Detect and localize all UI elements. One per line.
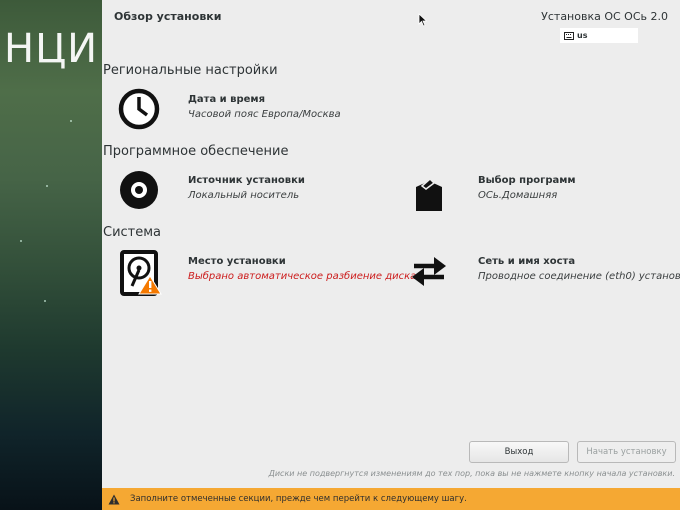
spoke-software-selection[interactable]: Выбор программ ОСь.Домашняя [408, 169, 576, 213]
product-title: Установка ОС ОСь 2.0 [541, 10, 668, 23]
sidebar-star [46, 185, 48, 187]
clock-icon [118, 88, 162, 132]
spoke-network-hostname[interactable]: Сеть и имя хоста Проводное соединение (e… [408, 250, 680, 294]
keyboard-icon [564, 31, 574, 40]
harddisk-warning-icon [118, 250, 162, 296]
spoke-source-title: Источник установки [188, 175, 305, 186]
sidebar: НЦИ [0, 0, 102, 510]
keyboard-layout-label: us [577, 31, 588, 40]
disc-icon [118, 169, 162, 213]
warning-bar-text: Заполните отмеченные секции, прежде чем … [130, 494, 467, 504]
mouse-pointer-icon [418, 13, 428, 27]
spoke-storage-title: Место установки [188, 256, 286, 267]
spoke-datetime-status: Часовой пояс Европа/Москва [188, 109, 341, 120]
section-software: Программное обеспечение [103, 144, 289, 159]
keyboard-layout-indicator[interactable]: us [560, 28, 638, 43]
spoke-software-status: ОСь.Домашняя [478, 190, 558, 201]
page-title: Обзор установки [114, 10, 222, 23]
package-icon [408, 169, 452, 213]
warning-bar: Заполните отмеченные секции, прежде чем … [102, 488, 680, 510]
sidebar-star [20, 240, 22, 242]
network-arrows-icon [408, 250, 452, 294]
spoke-datetime-title: Дата и время [188, 94, 266, 105]
sidebar-star [70, 120, 72, 122]
section-system: Система [103, 225, 162, 240]
spoke-network-status: Проводное соединение (eth0) установлено [478, 271, 680, 282]
installation-note: Диски не подвергнутся изменениям до тех … [268, 469, 675, 478]
sidebar-logo: НЦИ [4, 26, 99, 72]
section-localization: Региональные настройки [103, 63, 278, 78]
spoke-installation-destination[interactable]: Место установки Выбрано автоматическое р… [118, 250, 417, 296]
main-panel: Обзор установки Установка ОС ОСь 2.0 us … [102, 0, 680, 510]
spoke-network-title: Сеть и имя хоста [478, 256, 576, 267]
spoke-source-status: Локальный носитель [188, 190, 300, 201]
quit-button[interactable]: Выход [469, 441, 569, 463]
spoke-storage-status: Выбрано автоматическое разбиение диска [188, 271, 417, 282]
spoke-installation-source[interactable]: Источник установки Локальный носитель [118, 169, 305, 213]
spoke-software-title: Выбор программ [478, 175, 576, 186]
begin-installation-button[interactable]: Начать установку [577, 441, 676, 463]
spoke-datetime[interactable]: Дата и время Часовой пояс Европа/Москва [118, 88, 341, 132]
warning-icon [108, 494, 120, 504]
sidebar-star [44, 300, 46, 302]
